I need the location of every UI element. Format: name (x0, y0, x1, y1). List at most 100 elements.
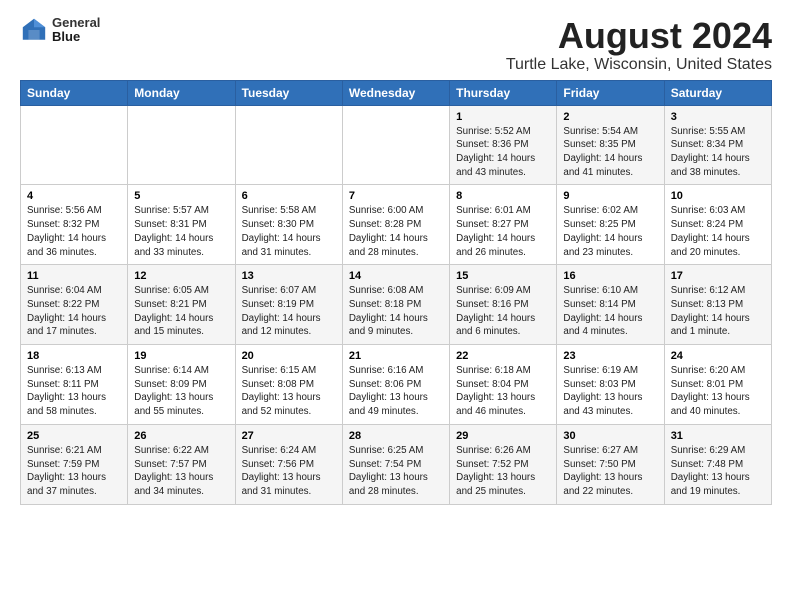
day-number: 3 (671, 111, 765, 123)
weekday-header-friday: Friday (557, 80, 664, 105)
calendar-cell: 14Sunrise: 6:08 AM Sunset: 8:18 PM Dayli… (342, 265, 449, 345)
day-info: Sunrise: 6:00 AM Sunset: 8:28 PM Dayligh… (349, 204, 443, 259)
day-info: Sunrise: 5:55 AM Sunset: 8:34 PM Dayligh… (671, 125, 765, 180)
calendar-cell: 27 Sunrise: 6:24 AM Sunset: 7:56 PM Dayli… (235, 424, 342, 504)
day-info: Sunrise: 5:56 AM Sunset: 8:32 PM Dayligh… (27, 204, 121, 259)
weekday-header-thursday: Thursday (450, 80, 557, 105)
day-info: Sunrise: 5:57 AM Sunset: 8:31 PM Dayligh… (134, 204, 228, 259)
day-info: Sunrise: 6:29 AM Sunset: 7:48 PM Dayligh… (671, 444, 765, 499)
day-info: Sunrise: 6:20 AM Sunset: 8:01 PM Dayligh… (671, 364, 765, 419)
day-number: 12 (134, 270, 228, 282)
day-info: Sunrise: 6:08 AM Sunset: 8:18 PM Dayligh… (349, 284, 443, 339)
logo-text: General Blue (52, 16, 100, 45)
weekday-header-tuesday: Tuesday (235, 80, 342, 105)
calendar-cell: 22Sunrise: 6:18 AM Sunset: 8:04 PM Dayli… (450, 345, 557, 425)
day-info: Sunrise: 6:05 AM Sunset: 8:21 PM Dayligh… (134, 284, 228, 339)
day-number: 20 (242, 350, 336, 362)
day-info: Sunrise: 6:22 AM Sunset: 7:57 PM Dayligh… (134, 444, 228, 499)
logo-icon (20, 16, 48, 44)
day-info: Sunrise: 6:01 AM Sunset: 8:27 PM Dayligh… (456, 204, 550, 259)
weekday-header-sunday: Sunday (21, 80, 128, 105)
day-info: Sunrise: 6:18 AM Sunset: 8:04 PM Dayligh… (456, 364, 550, 419)
day-info: Sunrise: 6:14 AM Sunset: 8:09 PM Dayligh… (134, 364, 228, 419)
day-number: 2 (563, 111, 657, 123)
calendar-cell: 5 Sunrise: 5:57 AM Sunset: 8:31 PM Daylig… (128, 185, 235, 265)
day-number: 19 (134, 350, 228, 362)
day-info: Sunrise: 6:24 AM Sunset: 7:56 PM Dayligh… (242, 444, 336, 499)
day-number: 24 (671, 350, 765, 362)
day-info: Sunrise: 6:10 AM Sunset: 8:14 PM Dayligh… (563, 284, 657, 339)
calendar-cell: 25 Sunrise: 6:21 AM Sunset: 7:59 PM Dayli… (21, 424, 128, 504)
day-info: Sunrise: 6:13 AM Sunset: 8:11 PM Dayligh… (27, 364, 121, 419)
calendar-cell: 18 Sunrise: 6:13 AM Sunset: 8:11 PM Dayli… (21, 345, 128, 425)
logo-line2: Blue (52, 30, 100, 44)
calendar-cell: 26 Sunrise: 6:22 AM Sunset: 7:57 PM Dayli… (128, 424, 235, 504)
day-number: 4 (27, 190, 121, 202)
page: General Blue August 2024 Turtle Lake, Wi… (0, 0, 792, 515)
calendar-cell: 12 Sunrise: 6:05 AM Sunset: 8:21 PM Dayli… (128, 265, 235, 345)
day-number: 15 (456, 270, 550, 282)
calendar-cell: 21 Sunrise: 6:16 AM Sunset: 8:06 PM Dayli… (342, 345, 449, 425)
calendar-cell: 24 Sunrise: 6:20 AM Sunset: 8:01 PM Dayli… (664, 345, 771, 425)
calendar-cell: 17 Sunrise: 6:12 AM Sunset: 8:13 PM Dayli… (664, 265, 771, 345)
day-info: Sunrise: 5:54 AM Sunset: 8:35 PM Dayligh… (563, 125, 657, 180)
week-row-0: 1Sunrise: 5:52 AM Sunset: 8:36 PM Daylig… (21, 105, 772, 185)
day-number: 29 (456, 430, 550, 442)
day-number: 7 (349, 190, 443, 202)
day-number: 23 (563, 350, 657, 362)
calendar-table: SundayMondayTuesdayWednesdayThursdayFrid… (20, 80, 772, 505)
calendar-cell: 11 Sunrise: 6:04 AM Sunset: 8:22 PM Dayli… (21, 265, 128, 345)
weekday-header-saturday: Saturday (664, 80, 771, 105)
day-number: 5 (134, 190, 228, 202)
calendar-cell: 4 Sunrise: 5:56 AM Sunset: 8:32 PM Daylig… (21, 185, 128, 265)
calendar-cell: 19 Sunrise: 6:14 AM Sunset: 8:09 PM Dayli… (128, 345, 235, 425)
day-info: Sunrise: 6:27 AM Sunset: 7:50 PM Dayligh… (563, 444, 657, 499)
day-number: 9 (563, 190, 657, 202)
day-info: Sunrise: 6:04 AM Sunset: 8:22 PM Dayligh… (27, 284, 121, 339)
calendar-cell (128, 105, 235, 185)
week-row-2: 11 Sunrise: 6:04 AM Sunset: 8:22 PM Dayli… (21, 265, 772, 345)
calendar-cell: 31Sunrise: 6:29 AM Sunset: 7:48 PM Dayli… (664, 424, 771, 504)
calendar-cell (235, 105, 342, 185)
week-row-1: 4 Sunrise: 5:56 AM Sunset: 8:32 PM Daylig… (21, 185, 772, 265)
day-info: Sunrise: 6:21 AM Sunset: 7:59 PM Dayligh… (27, 444, 121, 499)
day-number: 18 (27, 350, 121, 362)
calendar-cell (21, 105, 128, 185)
day-info: Sunrise: 5:58 AM Sunset: 8:30 PM Dayligh… (242, 204, 336, 259)
day-number: 17 (671, 270, 765, 282)
calendar-cell: 28 Sunrise: 6:25 AM Sunset: 7:54 PM Dayli… (342, 424, 449, 504)
weekday-header-wednesday: Wednesday (342, 80, 449, 105)
calendar-cell: 23Sunrise: 6:19 AM Sunset: 8:03 PM Dayli… (557, 345, 664, 425)
day-number: 10 (671, 190, 765, 202)
day-number: 26 (134, 430, 228, 442)
day-number: 25 (27, 430, 121, 442)
day-number: 6 (242, 190, 336, 202)
day-number: 30 (563, 430, 657, 442)
calendar-cell: 13Sunrise: 6:07 AM Sunset: 8:19 PM Dayli… (235, 265, 342, 345)
week-row-3: 18 Sunrise: 6:13 AM Sunset: 8:11 PM Dayli… (21, 345, 772, 425)
day-number: 1 (456, 111, 550, 123)
calendar-cell: 30 Sunrise: 6:27 AM Sunset: 7:50 PM Dayli… (557, 424, 664, 504)
day-number: 11 (27, 270, 121, 282)
subtitle: Turtle Lake, Wisconsin, United States (506, 56, 772, 74)
day-number: 16 (563, 270, 657, 282)
calendar-cell: 15Sunrise: 6:09 AM Sunset: 8:16 PM Dayli… (450, 265, 557, 345)
day-number: 8 (456, 190, 550, 202)
header: General Blue August 2024 Turtle Lake, Wi… (20, 16, 772, 74)
calendar-cell: 1Sunrise: 5:52 AM Sunset: 8:36 PM Daylig… (450, 105, 557, 185)
day-info: Sunrise: 6:12 AM Sunset: 8:13 PM Dayligh… (671, 284, 765, 339)
day-number: 21 (349, 350, 443, 362)
day-info: Sunrise: 6:25 AM Sunset: 7:54 PM Dayligh… (349, 444, 443, 499)
calendar-cell: 10Sunrise: 6:03 AM Sunset: 8:24 PM Dayli… (664, 185, 771, 265)
week-row-4: 25 Sunrise: 6:21 AM Sunset: 7:59 PM Dayli… (21, 424, 772, 504)
day-number: 27 (242, 430, 336, 442)
day-number: 28 (349, 430, 443, 442)
calendar-cell (342, 105, 449, 185)
calendar-cell: 6 Sunrise: 5:58 AM Sunset: 8:30 PM Daylig… (235, 185, 342, 265)
weekday-header-monday: Monday (128, 80, 235, 105)
day-info: Sunrise: 6:16 AM Sunset: 8:06 PM Dayligh… (349, 364, 443, 419)
logo-line1: General (52, 16, 100, 30)
main-title: August 2024 (506, 16, 772, 56)
weekday-header-row: SundayMondayTuesdayWednesdayThursdayFrid… (21, 80, 772, 105)
day-info: Sunrise: 6:07 AM Sunset: 8:19 PM Dayligh… (242, 284, 336, 339)
